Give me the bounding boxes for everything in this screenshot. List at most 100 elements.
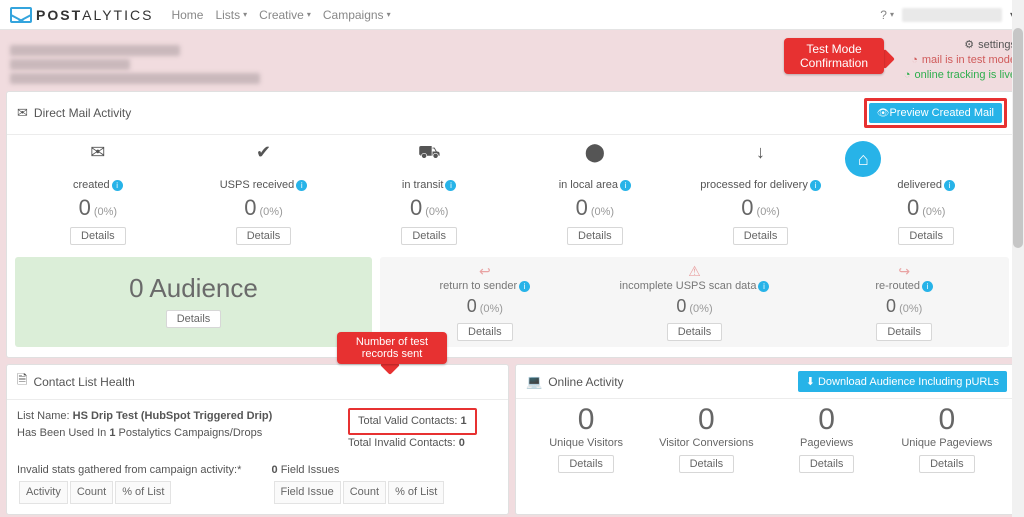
nav-lists[interactable]: Lists▾ <box>215 8 247 22</box>
details-button[interactable]: Details <box>236 227 292 245</box>
warning-count: 0(0%) <box>384 296 586 317</box>
usage-count: 1 <box>109 427 115 439</box>
warning-label: incomplete USPS scan datai <box>594 280 796 292</box>
activity-label: USPS receivedi <box>183 179 345 191</box>
button-label: Preview Created Mail <box>889 107 994 119</box>
account-name-redacted <box>902 8 1002 22</box>
metric-value: 0 <box>767 403 887 437</box>
metric-unique-pageviews: 0Unique PageviewsDetails <box>887 403 1007 473</box>
info-icon[interactable]: i <box>944 180 955 191</box>
total-valid-contacts: Total Valid Contacts: 1 <box>348 408 477 435</box>
activity-lower-row: 0 Audience Details ↩return to senderi0(0… <box>7 257 1017 357</box>
field-issues-label: Field Issues <box>281 464 340 476</box>
help-menu[interactable]: ?▾ <box>880 8 894 22</box>
activity-count: 0(0%) <box>17 195 179 221</box>
details-button[interactable]: Details <box>70 227 126 245</box>
nav-campaigns-label: Campaigns <box>323 8 384 22</box>
metric-label: Pageviews <box>767 437 887 449</box>
panel-direct-mail-activity: ✉ Direct Mail Activity Preview Created M… <box>6 91 1018 358</box>
chevron-down-icon: ▾ <box>243 10 247 19</box>
activity-cards-row: ✉createdi0(0%)Details✔USPS receivedi0(0%… <box>7 135 1017 257</box>
status-mail-test: mail is in test mode <box>904 53 1016 68</box>
nav-creative[interactable]: Creative▾ <box>259 8 311 22</box>
metric-label: Unique Visitors <box>526 437 646 449</box>
activity-count: 0(0%) <box>680 195 842 221</box>
panel-header: 💻 Online Activity ⬇ Download Audience In… <box>516 365 1017 399</box>
activity-icon: ⛟ <box>411 141 447 177</box>
metric-value: 0 <box>646 403 766 437</box>
details-button[interactable]: Details <box>166 310 222 328</box>
warning-icon: ⚠ <box>594 263 796 280</box>
activity-card-in-local-area: ⬤in local areai0(0%)Details <box>512 135 678 251</box>
metric-unique-visitors: 0Unique Visitors Details <box>526 403 646 473</box>
activity-table: Activity Count % of List <box>17 479 173 506</box>
top-nav: POSTALYTICS Home Lists▾ Creative▾ Campai… <box>0 0 1024 30</box>
nav-right: ?▾ ▾ <box>880 8 1014 22</box>
status-text: mail is in test mode <box>922 54 1016 66</box>
preview-created-mail-button[interactable]: Preview Created Mail <box>869 103 1002 123</box>
settings-link[interactable]: settings <box>904 38 1016 53</box>
activity-card-created: ✉createdi0(0%)Details <box>15 135 181 251</box>
info-icon[interactable]: i <box>519 281 530 292</box>
nav-campaigns[interactable]: Campaigns▾ <box>323 8 391 22</box>
info-icon[interactable]: i <box>810 180 821 191</box>
nav-menu: Home Lists▾ Creative▾ Campaigns▾ <box>171 8 390 22</box>
info-icon[interactable]: i <box>112 180 123 191</box>
download-wrap: ⬇ Download Audience Including pURLs <box>798 371 1007 392</box>
activity-card-processed-for-delivery: ↓processed for deliveryi0(0%)Details <box>678 135 844 251</box>
details-button[interactable]: Details <box>919 455 975 473</box>
activity-icon: ⌂ <box>845 141 881 177</box>
callout-line: Confirmation <box>796 56 872 70</box>
details-button[interactable]: Details <box>679 455 735 473</box>
activity-count: 0(0%) <box>845 195 1007 221</box>
col-header: % of List <box>115 481 171 504</box>
details-button[interactable]: Details <box>876 323 932 341</box>
activity-card-USPS-received: ✔USPS receivedi0(0%)Details <box>181 135 347 251</box>
activity-count: 0(0%) <box>183 195 345 221</box>
metric-visitor-conversions: 0Visitor ConversionsDetails <box>646 403 766 473</box>
metric-value: 0 <box>526 403 646 437</box>
list-name-value: HS Drip Test (HubSpot Triggered Drip) <box>73 410 273 422</box>
audience-label: Audience <box>149 273 257 303</box>
chevron-down-icon: ▾ <box>890 10 894 19</box>
info-icon[interactable]: i <box>758 281 769 292</box>
panel-header: 🗎 Contact List Health <box>7 365 508 400</box>
details-button[interactable]: Details <box>898 227 954 245</box>
audience-count: 0 <box>129 273 143 303</box>
info-icon[interactable]: i <box>922 281 933 292</box>
callout-records-sent: Number of test records sent <box>337 332 447 364</box>
envelope-icon: ✉ <box>17 105 28 121</box>
info-icon[interactable]: i <box>445 180 456 191</box>
stats-note: Invalid stats gathered from campaign act… <box>17 462 244 479</box>
list-name-label: List Name: <box>17 410 70 422</box>
details-button[interactable]: Details <box>567 227 623 245</box>
panel-title: Contact List Health <box>33 375 134 389</box>
scrollbar[interactable] <box>1012 0 1024 517</box>
logo-text: POSTALYTICS <box>36 7 153 23</box>
activity-label: deliveredi <box>845 179 1007 191</box>
warning-icon: ↪ <box>803 263 1005 280</box>
scrollbar-thumb[interactable] <box>1013 28 1023 248</box>
usage-text: Has Been Used In <box>17 427 106 439</box>
nav-home[interactable]: Home <box>171 8 203 22</box>
invalid-label: Total Invalid Contacts: <box>348 437 456 449</box>
activity-icon: ✉ <box>80 141 116 177</box>
info-icon[interactable]: i <box>620 180 631 191</box>
redacted-text <box>10 59 130 70</box>
page-header: Test Mode Confirmation settings mail is … <box>6 36 1018 91</box>
info-icon[interactable]: i <box>296 180 307 191</box>
panel-body: 0Unique VisitorsDetails0Visitor Conversi… <box>516 399 1017 481</box>
field-issues-heading: 0 Field Issues <box>272 462 499 479</box>
activity-label: in local areai <box>514 179 676 191</box>
details-button[interactable]: Details <box>457 323 513 341</box>
details-button[interactable]: Details <box>558 455 614 473</box>
details-button[interactable]: Details <box>401 227 457 245</box>
panel-body: List Name: HS Drip Test (HubSpot Trigger… <box>7 400 508 514</box>
details-button[interactable]: Details <box>667 323 723 341</box>
download-audience-button[interactable]: ⬇ Download Audience Including pURLs <box>798 371 1007 392</box>
page-body: Test Mode Confirmation settings mail is … <box>0 30 1024 517</box>
activity-count: 0(0%) <box>514 195 676 221</box>
warning-label: re-routedi <box>803 280 1005 292</box>
details-button[interactable]: Details <box>799 455 855 473</box>
details-button[interactable]: Details <box>733 227 789 245</box>
